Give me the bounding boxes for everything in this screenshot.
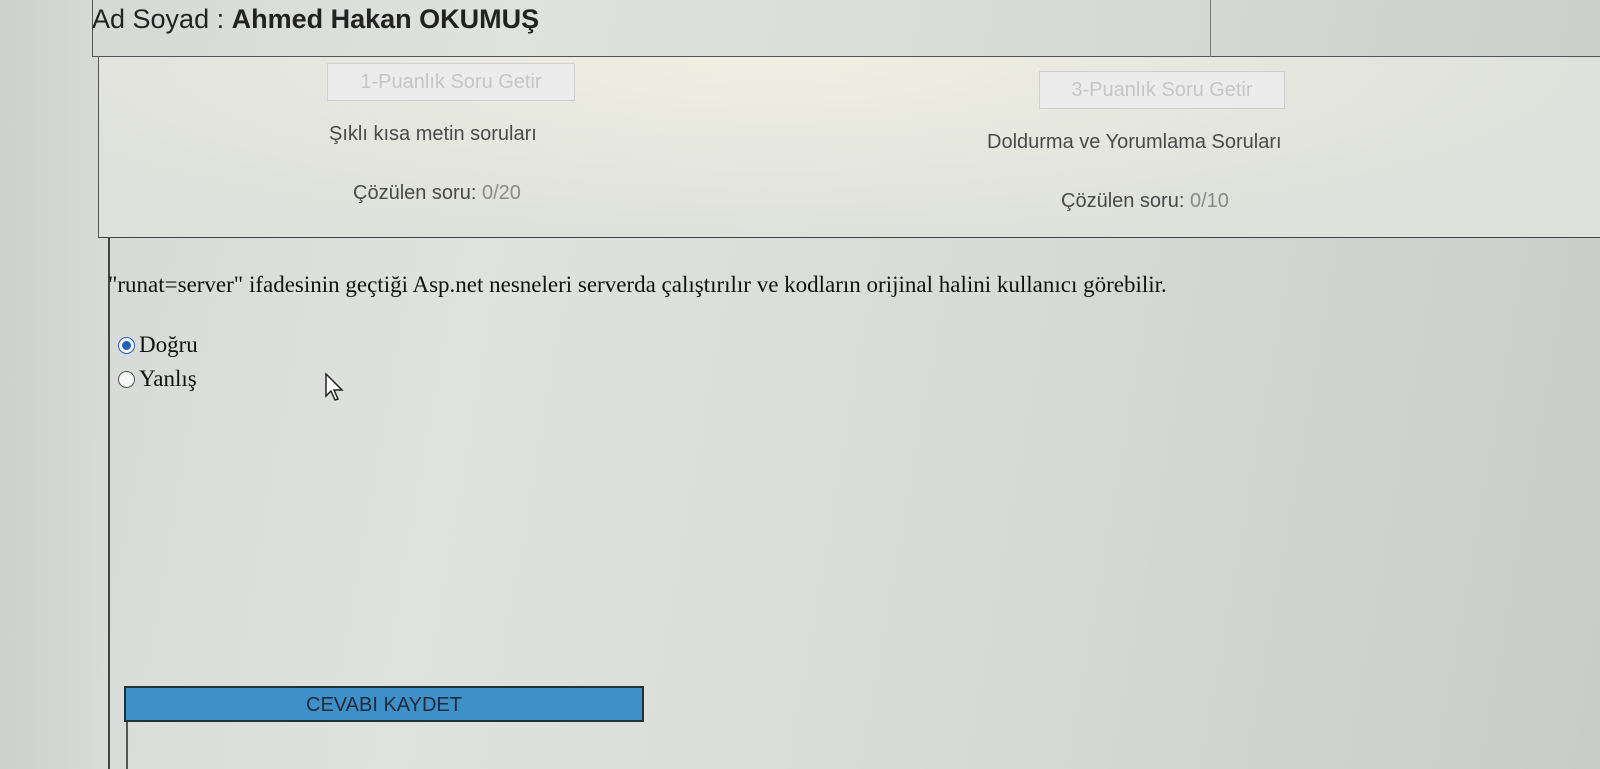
solved-value: 0/20 [481, 182, 521, 204]
solved-count-3: Çözülen soru: 0/10 [1061, 190, 1229, 213]
student-name: Ad Soyad : Ahmed Hakan OKUMUŞ [92, 4, 539, 35]
solved-label: Çözülen soru: [1061, 190, 1185, 212]
get-3-point-question-button[interactable]: 3-Puanlık Soru Getir [1039, 71, 1285, 109]
radio-button[interactable] [118, 370, 135, 388]
question-category-panel: 1-Puanlık Soru Getir 3-Puanlık Soru Geti… [98, 57, 1600, 238]
header-row: Ad Soyad : Ahmed Hakan OKUMUŞ [92, 0, 1600, 62]
option-label: Yanlış [139, 366, 197, 391]
category-3-description: Doldurma ve Yorumlama Soruları [987, 131, 1282, 153]
left-margin [0, 0, 92, 769]
option-label: Doğru [139, 332, 198, 357]
bottom-frame [126, 722, 1600, 769]
name-value: Ahmed Hakan OKUMUŞ [231, 4, 540, 34]
solved-value: 0/10 [1189, 190, 1229, 212]
solved-count-1: Çözülen soru: 0/20 [353, 182, 521, 205]
solved-label: Çözülen soru: [353, 182, 477, 204]
question-area: "runat=server" ifadesinin geçtiği Asp.ne… [108, 238, 1600, 769]
get-1-point-question-button[interactable]: 1-Puanlık Soru Getir [327, 63, 575, 101]
divider [1210, 0, 1211, 62]
save-answer-button[interactable]: CEVABI KAYDET [124, 686, 644, 722]
question-text: "runat=server" ifadesinin geçtiği Asp.ne… [108, 272, 1167, 297]
option-yanlis[interactable]: Yanlış [118, 366, 197, 392]
mouse-pointer-icon [325, 372, 344, 401]
name-label: Ad Soyad : [92, 4, 225, 34]
category-1-description: Şıklı kısa metin soruları [329, 123, 537, 145]
radio-button-selected[interactable] [118, 336, 135, 354]
option-dogru[interactable]: Doğru [118, 332, 198, 358]
